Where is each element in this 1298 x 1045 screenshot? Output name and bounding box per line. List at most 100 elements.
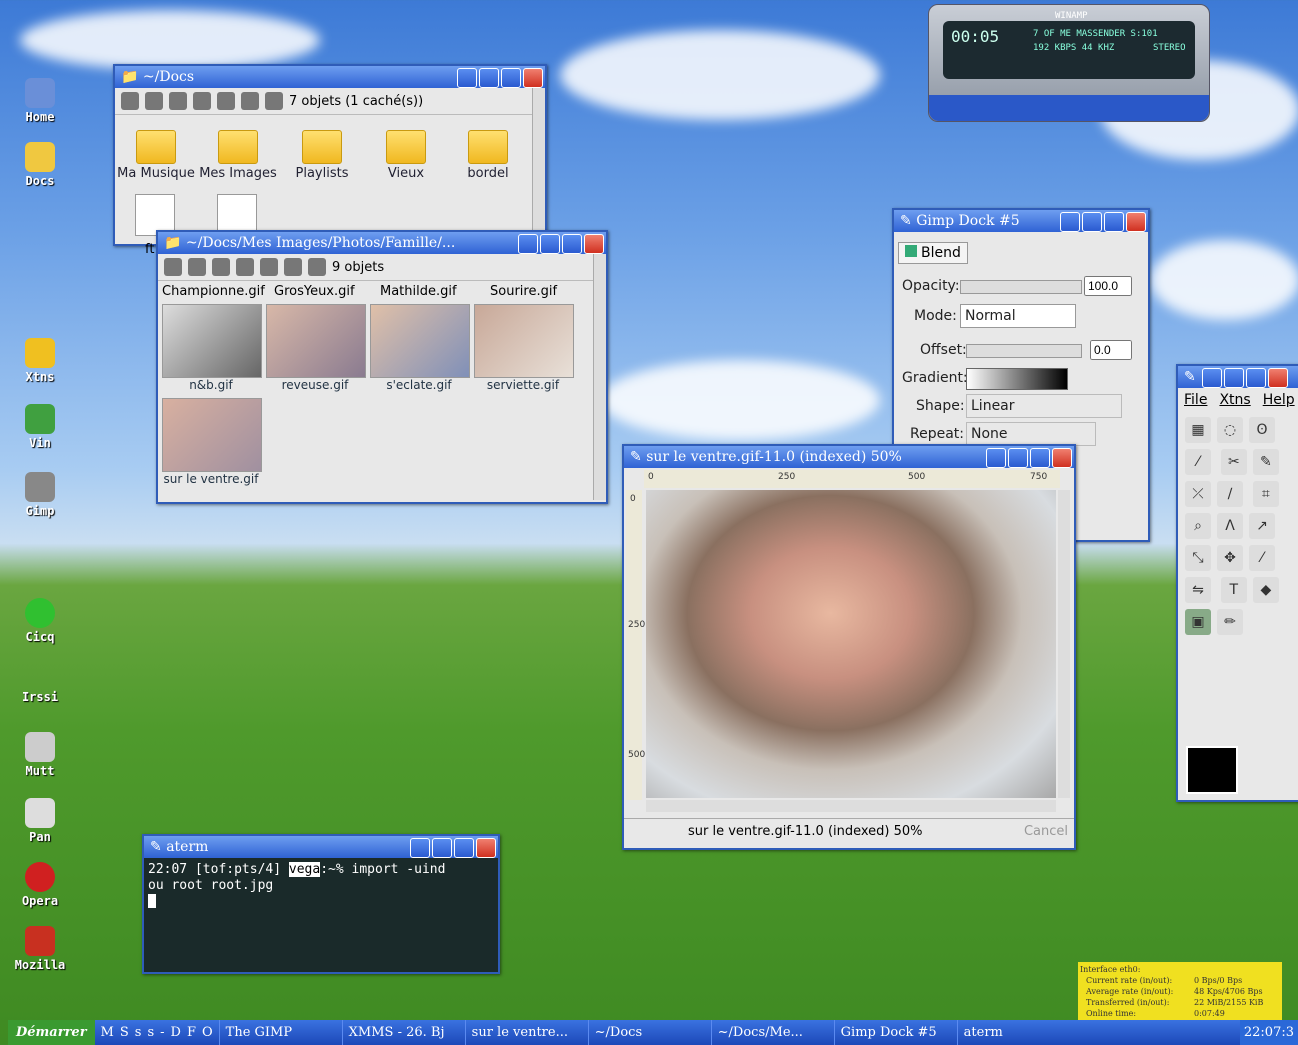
desktop-icon-vin[interactable]: Vin: [12, 404, 68, 450]
thumbnail[interactable]: serviette.gif: [474, 304, 574, 392]
quick-launch-item[interactable]: -: [160, 1025, 164, 1040]
close-button[interactable]: [1268, 368, 1288, 388]
photos-window[interactable]: 📁 ~/Docs/Mes Images/Photos/Famille/... 9…: [156, 230, 608, 504]
home-icon[interactable]: [188, 258, 206, 276]
brush-tool-icon[interactable]: ⁄: [1249, 545, 1275, 571]
rect-select-tool-icon[interactable]: ▦: [1185, 417, 1211, 443]
desktop-icon-home[interactable]: Home: [12, 78, 68, 124]
aterm-titlebar[interactable]: ✎ aterm: [144, 836, 498, 858]
offset-slider[interactable]: [966, 344, 1082, 358]
quick-launch-item[interactable]: M: [101, 1025, 114, 1040]
move-tool-icon[interactable]: ✥: [1217, 545, 1243, 571]
eye-icon[interactable]: [308, 258, 326, 276]
quick-launch-item[interactable]: F: [187, 1025, 196, 1040]
task-image[interactable]: sur le ventre...: [464, 1020, 588, 1045]
shade-button[interactable]: [986, 448, 1006, 468]
shade-button[interactable]: [457, 68, 477, 88]
pencil-tool-icon[interactable]: ✏: [1217, 609, 1243, 635]
minimize-button[interactable]: [1008, 448, 1028, 468]
zoom-icon[interactable]: [260, 258, 278, 276]
task-photos[interactable]: ~/Docs/Me...: [710, 1020, 834, 1045]
task-aterm[interactable]: aterm: [956, 1020, 1080, 1045]
menu-help[interactable]: Help: [1263, 392, 1295, 408]
home-icon[interactable]: [145, 92, 163, 110]
minimize-button[interactable]: [1224, 368, 1244, 388]
color-picker-tool-icon[interactable]: ⤫: [1185, 481, 1211, 507]
quick-launch-item[interactable]: s: [135, 1025, 142, 1040]
maximize-button[interactable]: [1246, 368, 1266, 388]
list-view-icon[interactable]: [284, 258, 302, 276]
close-button[interactable]: [1052, 448, 1072, 468]
shade-button[interactable]: [1202, 368, 1222, 388]
color-swatch[interactable]: [1186, 746, 1238, 794]
desktop-icon-xtns[interactable]: Xtns: [12, 338, 68, 384]
crop-tool-icon[interactable]: ⌗: [1252, 481, 1279, 507]
folder-mes-images[interactable]: Mes Images: [197, 130, 279, 181]
opacity-slider[interactable]: [960, 280, 1082, 294]
minimize-button[interactable]: [479, 68, 499, 88]
image-window[interactable]: ✎ sur le ventre.gif-11.0 (indexed) 50% 0…: [622, 444, 1076, 850]
photos-window-titlebar[interactable]: 📁 ~/Docs/Mes Images/Photos/Famille/...: [158, 232, 606, 254]
vertical-scrollbar[interactable]: [1058, 490, 1070, 798]
task-docs[interactable]: ~/Docs: [587, 1020, 711, 1045]
shear-tool-icon[interactable]: ↗: [1249, 513, 1275, 539]
lasso-tool-icon[interactable]: ʘ: [1249, 417, 1275, 443]
horizontal-scrollbar[interactable]: [646, 800, 1056, 812]
measure-tool-icon[interactable]: Λ: [1217, 513, 1243, 539]
image-window-titlebar[interactable]: ✎ sur le ventre.gif-11.0 (indexed) 50%: [624, 446, 1074, 468]
terminal-output[interactable]: 22:07 [tof:pts/4] vega:~% import -uind o…: [144, 858, 498, 912]
cancel-button[interactable]: Cancel: [1024, 824, 1068, 839]
quick-launch-item[interactable]: O: [202, 1025, 213, 1040]
zoom-icon[interactable]: [217, 92, 235, 110]
thumbnail[interactable]: n&b.gif: [162, 304, 262, 392]
flip-tool-icon[interactable]: ⇋: [1185, 577, 1211, 603]
close-button[interactable]: [584, 234, 604, 254]
xmms-controls[interactable]: [929, 95, 1209, 121]
desktop-icon-irssi[interactable]: Irssi: [12, 672, 68, 704]
desktop-icon-opera[interactable]: Opera: [12, 862, 68, 908]
thumbnail[interactable]: s'eclate.gif: [370, 304, 470, 392]
docs-window[interactable]: 📁 ~/Docs 7 objets (1 caché(s)) Ma Musiqu…: [113, 64, 547, 257]
text-tool-icon[interactable]: T: [1220, 577, 1247, 603]
desktop-icon-docs[interactable]: Docs: [12, 142, 68, 188]
paths-tool-icon[interactable]: ✎: [1252, 449, 1279, 475]
minimize-button[interactable]: [1082, 212, 1102, 232]
folder-vieux[interactable]: Vieux: [365, 130, 447, 181]
thumbnail[interactable]: sur le ventre.gif: [162, 398, 262, 486]
gimp-dock-titlebar[interactable]: ✎ Gimp Dock #5: [894, 210, 1148, 232]
desktop-icon-cicq[interactable]: Cicq: [12, 598, 68, 644]
shape-select[interactable]: Linear: [966, 394, 1122, 418]
desktop-icon-gimp[interactable]: Gimp: [12, 472, 68, 518]
toolbox-titlebar[interactable]: ✎: [1178, 366, 1298, 388]
task-gimp-dock[interactable]: Gimp Dock #5: [833, 1020, 957, 1045]
task-gimp[interactable]: The GIMP: [218, 1020, 342, 1045]
up-icon[interactable]: [121, 92, 139, 110]
desktop-icon-pan[interactable]: Pan: [12, 798, 68, 844]
maximize-button[interactable]: [1104, 212, 1124, 232]
task-xmms[interactable]: XMMS - 26. Bj: [341, 1020, 465, 1045]
ellipse-select-tool-icon[interactable]: ◌: [1217, 417, 1243, 443]
scissors-tool-icon[interactable]: ✂: [1220, 449, 1247, 475]
gimp-toolbox-window[interactable]: ✎ File Xtns Help ▦ ◌ ʘ⁄ ✂ ✎⤫ ∕ ⌗⌕ Λ ↗ ⤡ ✥ ⁄⇋ T ◆▣…: [1176, 364, 1298, 802]
folder-playlists[interactable]: Playlists: [281, 130, 363, 181]
thumb-label[interactable]: Sourire.gif: [490, 284, 557, 299]
bucket-tool-icon[interactable]: ◆: [1252, 577, 1279, 603]
vertical-ruler[interactable]: 0 250 500: [626, 490, 645, 800]
shade-button[interactable]: [410, 838, 430, 858]
close-button[interactable]: [1126, 212, 1146, 232]
back-icon[interactable]: [169, 92, 187, 110]
close-button[interactable]: [476, 838, 496, 858]
horizontal-ruler[interactable]: 0 250 500 750: [644, 470, 1060, 488]
quick-launch-item[interactable]: D: [171, 1025, 181, 1040]
xmms-player[interactable]: 00:05 WINAMP 7 OF ME MASSENDER S:101 192…: [928, 4, 1210, 122]
wand-tool-icon[interactable]: ⁄: [1185, 449, 1211, 475]
maximize-button[interactable]: [1030, 448, 1050, 468]
thumb-label[interactable]: Mathilde.gif: [380, 284, 457, 299]
maximize-button[interactable]: [562, 234, 582, 254]
refresh-icon[interactable]: [236, 258, 254, 276]
maximize-button[interactable]: [501, 68, 521, 88]
shade-button[interactable]: [1060, 212, 1080, 232]
close-button[interactable]: [523, 68, 543, 88]
eye-icon[interactable]: [265, 92, 283, 110]
scrollbar[interactable]: [593, 254, 606, 500]
